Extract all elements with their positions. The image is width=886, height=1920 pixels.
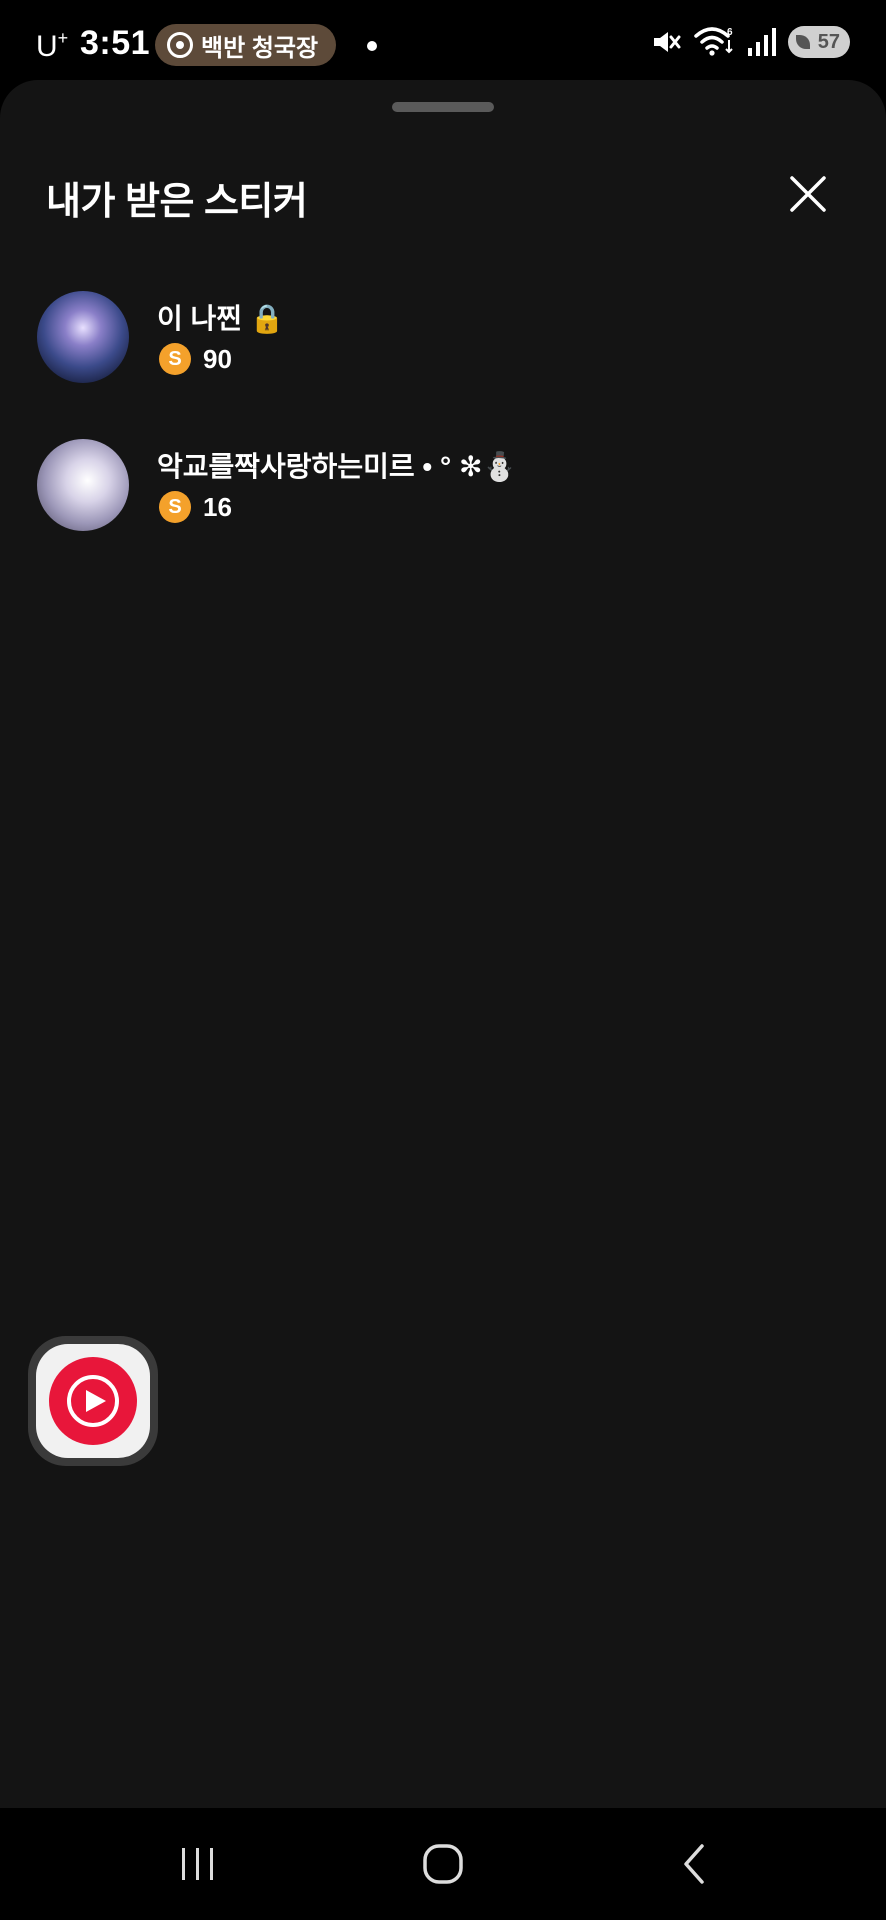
battery-saver-icon — [796, 35, 810, 49]
mute-icon — [654, 32, 681, 52]
media-label: 백반 청국장 — [201, 34, 319, 62]
close-icon[interactable] — [784, 170, 832, 218]
coin-icon: S — [159, 491, 191, 523]
coin-amount: S 16 — [159, 491, 232, 523]
home-button[interactable] — [413, 1838, 473, 1890]
status-bar: U+ 3:51 백반 청국장 6 57 — [0, 0, 886, 80]
battery-indicator: 57 — [788, 26, 850, 58]
back-icon — [684, 1844, 704, 1884]
coin-icon: S — [159, 343, 191, 375]
signal-icon — [748, 28, 776, 56]
recents-button[interactable] — [168, 1838, 228, 1890]
carrier-label: U+ — [36, 28, 69, 63]
floating-app-bubble[interactable] — [28, 1336, 158, 1466]
coin-count: 16 — [203, 491, 232, 522]
media-ring-icon — [167, 32, 193, 58]
sticker-list-item[interactable]: 이 나찐 🔒 S 90 — [37, 291, 837, 383]
drag-handle[interactable] — [392, 102, 494, 112]
media-playing-pill[interactable]: 백반 청국장 — [155, 24, 337, 66]
sheet-title: 내가 받은 스티커 — [46, 181, 308, 223]
sender-name: 이 나찐 🔒 — [157, 303, 285, 334]
wifi-icon: 6 — [694, 27, 733, 56]
status-time: 3:51 — [80, 24, 151, 62]
svg-text:6: 6 — [727, 27, 733, 38]
navigation-bar — [0, 1808, 886, 1920]
recents-icon — [182, 1848, 213, 1880]
battery-level: 57 — [817, 30, 840, 53]
floating-app-inner — [36, 1344, 150, 1458]
sender-name: 악교를짝사랑하는미르 • ° ✻⛄ — [157, 451, 518, 482]
back-button[interactable] — [664, 1838, 724, 1890]
avatar[interactable] — [37, 291, 129, 383]
notification-dot — [367, 41, 377, 51]
system-icons: 6 57 — [650, 26, 850, 58]
home-icon — [423, 1844, 463, 1884]
coin-count: 90 — [203, 343, 232, 374]
sticker-list-item[interactable]: 악교를짝사랑하는미르 • ° ✻⛄ S 16 — [37, 439, 837, 531]
youtube-music-icon — [49, 1357, 137, 1445]
coin-amount: S 90 — [159, 343, 232, 375]
stickers-bottom-sheet: 내가 받은 스티커 이 나찐 🔒 S 90 악교를짝사랑하는미르 • ° ✻⛄ … — [0, 80, 886, 1808]
avatar[interactable] — [37, 439, 129, 531]
